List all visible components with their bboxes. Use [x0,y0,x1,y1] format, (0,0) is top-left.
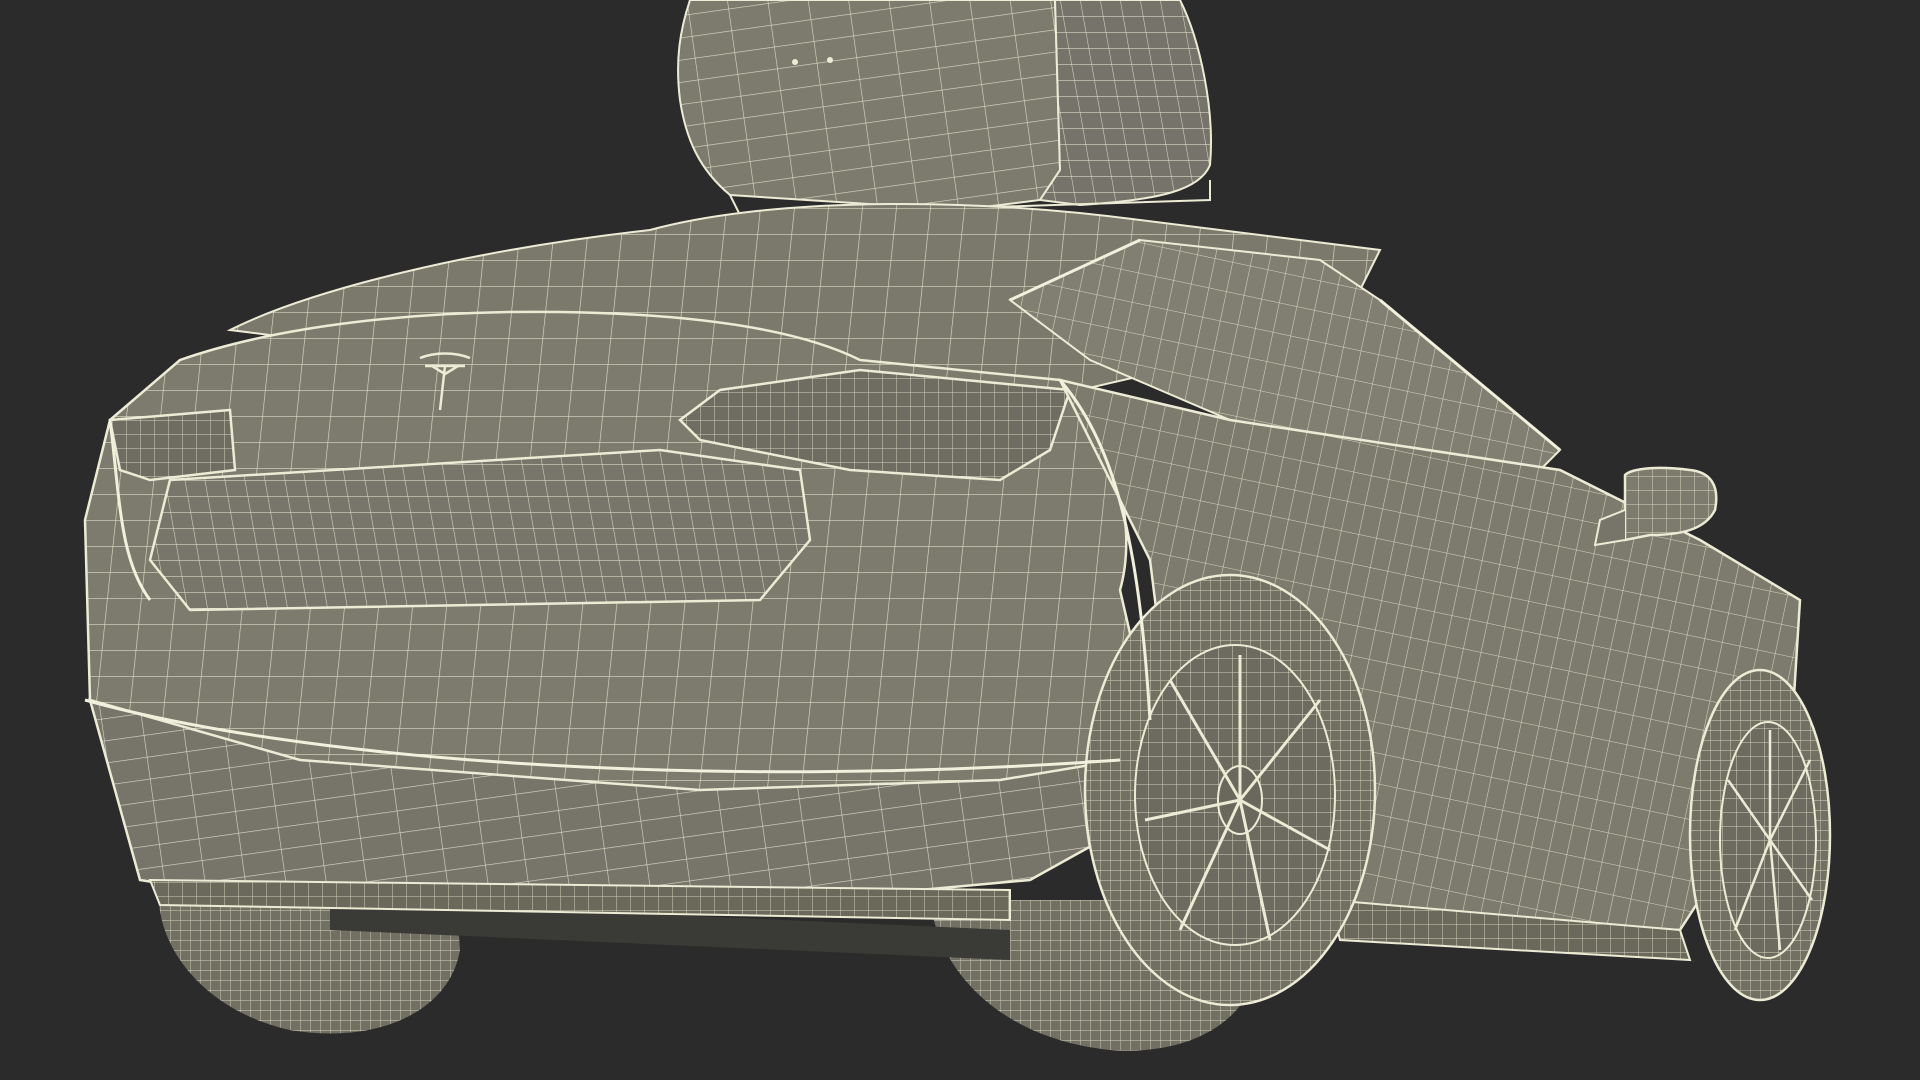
roof-box [677,0,1212,217]
rear-right-wheel [1083,573,1377,1007]
car-body [83,202,1802,962]
wireframe-render [83,0,1832,1051]
render-viewport [0,0,1920,1080]
front-right-wheel [1688,668,1832,1002]
